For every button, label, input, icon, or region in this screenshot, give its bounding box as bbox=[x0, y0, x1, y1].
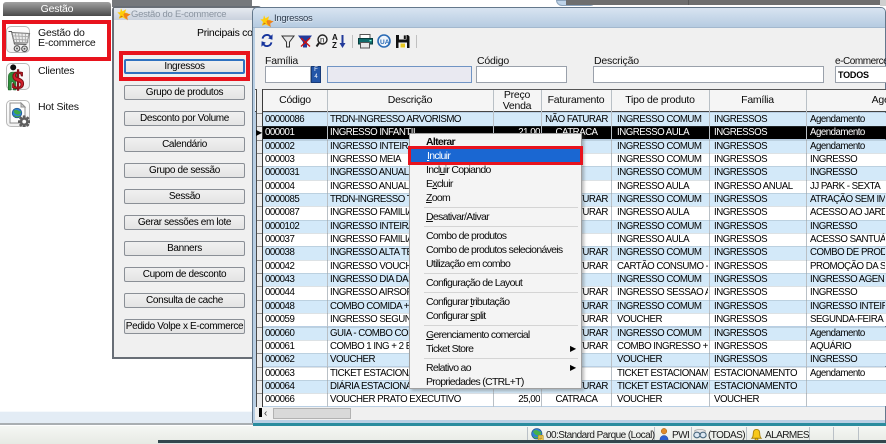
svg-text:UA: UA bbox=[380, 39, 390, 46]
svg-text:n: n bbox=[320, 36, 324, 45]
svg-text:Z: Z bbox=[332, 41, 337, 50]
svg-text:$: $ bbox=[12, 68, 24, 92]
